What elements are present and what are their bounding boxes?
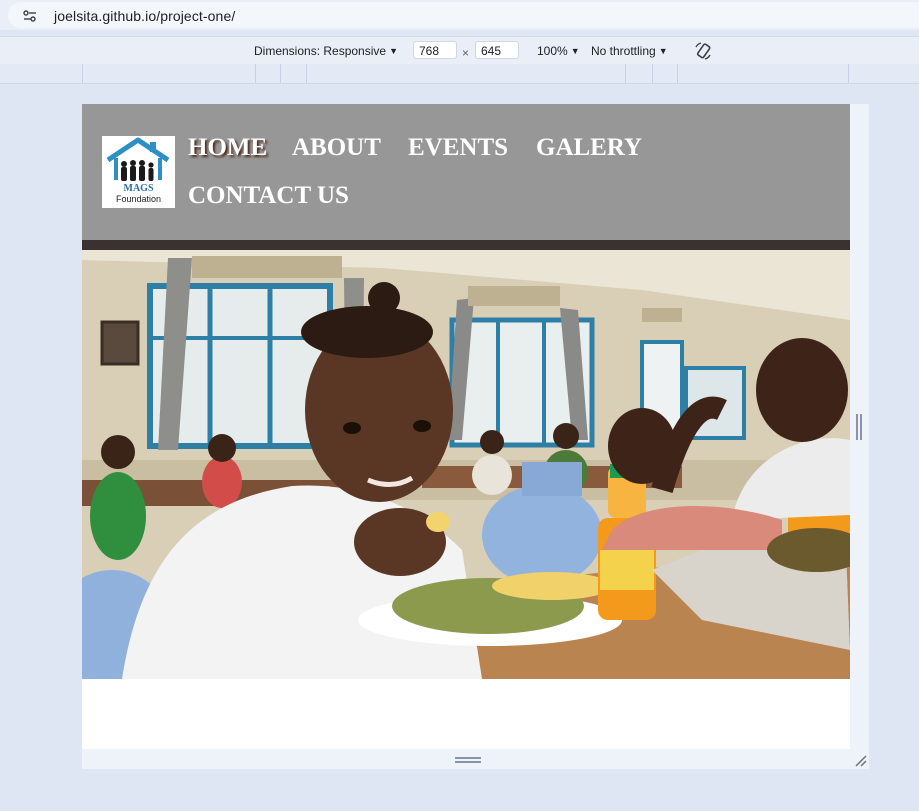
nav-events[interactable]: EVENTS [408,134,508,162]
media-query-ruler[interactable] [0,64,919,84]
height-input[interactable]: 645 [475,41,519,59]
ruler-tick [280,64,281,83]
url-text[interactable]: joelsita.github.io/project-one/ [54,8,235,24]
caret-down-icon: ▼ [570,46,580,56]
ruler-tick [848,64,849,83]
grip-icon [455,757,481,763]
nav-contact-us[interactable]: CONTACT US [188,182,349,210]
viewport-resize-handle-bottom[interactable] [82,749,869,769]
site-info-icon[interactable] [22,8,38,24]
ruler-tick [255,64,256,83]
throttling-dropdown[interactable]: No throttling ▼ [591,44,668,58]
hero-image [82,250,850,679]
house-family-icon [106,137,170,181]
dimensions-label: Dimensions: Responsive [254,44,387,58]
nav-galery[interactable]: GALERY [536,134,642,162]
address-bar: joelsita.github.io/project-one/ [0,0,919,30]
device-viewport: MAGS Foundation HOME ABOUT EVENTS GALERY… [82,104,869,769]
grip-icon [856,414,862,440]
site-header: MAGS Foundation HOME ABOUT EVENTS GALERY… [82,104,850,240]
ruler-tick [677,64,678,83]
nav-about[interactable]: ABOUT [292,134,381,162]
zoom-label: 100% [537,44,568,58]
device-toolbar: Dimensions: Responsive ▼ 768 × 645 100% ▼ … [0,36,919,65]
caret-down-icon: ▼ [389,46,398,56]
viewport-resize-handle-right[interactable] [850,104,869,749]
caret-down-icon: ▼ [658,46,668,56]
width-input[interactable]: 768 [413,41,457,59]
rotate-icon[interactable] [693,41,713,61]
foundation-logo[interactable]: MAGS Foundation [102,136,175,208]
ruler-tick [306,64,307,83]
resize-corner-icon[interactable] [853,753,867,767]
omnibox[interactable]: joelsita.github.io/project-one/ [8,2,919,28]
hero-top-strip [82,240,850,250]
ruler-tick [625,64,626,83]
logo-subtitle: Foundation [115,194,162,204]
throttling-label: No throttling [591,44,656,58]
ruler-tick [82,64,83,83]
dimensions-dropdown[interactable]: Dimensions: Responsive ▼ [254,44,398,58]
zoom-dropdown[interactable]: 100% ▼ [537,44,580,58]
nav-home[interactable]: HOME [188,134,267,162]
ruler-tick [652,64,653,83]
logo-name: MAGS [123,183,154,194]
web-page: MAGS Foundation HOME ABOUT EVENTS GALERY… [82,104,850,749]
times-sign: × [462,46,470,60]
